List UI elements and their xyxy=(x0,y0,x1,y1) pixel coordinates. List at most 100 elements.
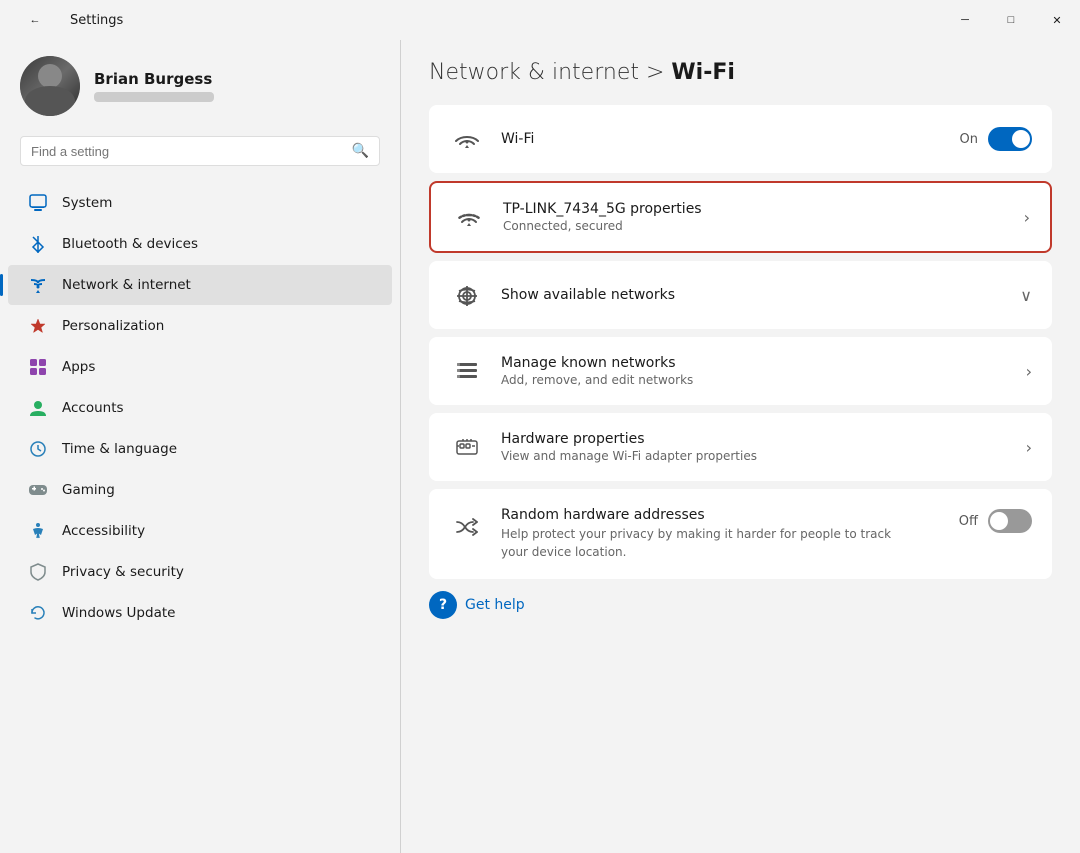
right-panel: Network & internet > Wi-Fi xyxy=(401,40,1080,853)
sidebar-item-personalization[interactable]: Personalization xyxy=(8,306,392,346)
breadcrumb: Network & internet > Wi-Fi xyxy=(429,60,1052,85)
sidebar-item-bluetooth[interactable]: Bluetooth & devices xyxy=(8,224,392,264)
random-hw-toggle-thumb xyxy=(990,512,1008,530)
tp-link-subtitle: Connected, secured xyxy=(503,219,1008,233)
available-networks-title: Show available networks xyxy=(501,287,1004,303)
user-email-bar xyxy=(94,92,214,102)
user-name: Brian Burgess xyxy=(94,70,214,88)
sidebar-item-label-personalization: Personalization xyxy=(62,318,164,334)
minimize-button[interactable]: ─ xyxy=(942,4,988,36)
hardware-icon xyxy=(449,429,485,465)
user-section: Brian Burgess xyxy=(0,40,400,136)
tp-link-row[interactable]: TP-LINK_7434_5G properties Connected, se… xyxy=(431,183,1050,251)
random-hw-subtitle: Help protect your privacy by making it h… xyxy=(501,525,901,561)
random-hw-text: Random hardware addresses Help protect y… xyxy=(501,507,943,561)
sidebar-item-label-apps: Apps xyxy=(62,359,95,375)
search-input[interactable] xyxy=(31,144,344,159)
available-networks-row[interactable]: Show available networks ∨ xyxy=(429,261,1052,329)
available-networks-chevron: ∨ xyxy=(1020,286,1032,305)
update-icon xyxy=(28,603,48,623)
manage-networks-right: › xyxy=(1026,362,1032,381)
available-networks-right: ∨ xyxy=(1020,286,1032,305)
close-button[interactable]: ✕ xyxy=(1034,4,1080,36)
app-title: Settings xyxy=(70,13,123,28)
nav-list: System Bluetooth & devices xyxy=(0,182,400,853)
maximize-button[interactable]: □ xyxy=(988,4,1034,36)
hardware-text: Hardware properties View and manage Wi-F… xyxy=(501,431,1010,463)
random-hw-off-label: Off xyxy=(959,514,978,529)
apps-icon xyxy=(28,357,48,377)
gaming-icon xyxy=(28,480,48,500)
random-hw-title: Random hardware addresses xyxy=(501,507,943,523)
sidebar-item-label-gaming: Gaming xyxy=(62,482,115,498)
manage-networks-chevron: › xyxy=(1026,362,1032,381)
wifi-toggle-thumb xyxy=(1012,130,1030,148)
available-networks-icon xyxy=(449,277,485,313)
wifi-toggle-card: Wi-Fi On xyxy=(429,105,1052,173)
sidebar-item-label-time: Time & language xyxy=(62,441,177,457)
hardware-row[interactable]: Hardware properties View and manage Wi-F… xyxy=(429,413,1052,481)
sidebar-item-apps[interactable]: Apps xyxy=(8,347,392,387)
window-controls: ─ □ ✕ xyxy=(942,4,1080,36)
sidebar-item-label-privacy: Privacy & security xyxy=(62,564,184,580)
sidebar-item-accounts[interactable]: Accounts xyxy=(8,388,392,428)
network-icon xyxy=(28,275,48,295)
manage-networks-row[interactable]: Manage known networks Add, remove, and e… xyxy=(429,337,1052,405)
manage-networks-card: Manage known networks Add, remove, and e… xyxy=(429,337,1052,405)
sidebar-item-label-accessibility: Accessibility xyxy=(62,523,145,539)
bluetooth-icon xyxy=(28,234,48,254)
sidebar-item-gaming[interactable]: Gaming xyxy=(8,470,392,510)
tp-link-card: TP-LINK_7434_5G properties Connected, se… xyxy=(429,181,1052,253)
privacy-icon xyxy=(28,562,48,582)
manage-networks-title: Manage known networks xyxy=(501,355,1010,371)
wifi-row-text: Wi-Fi xyxy=(501,131,944,147)
tp-link-title: TP-LINK_7434_5G properties xyxy=(503,201,1008,217)
accessibility-icon xyxy=(28,521,48,541)
wifi-title: Wi-Fi xyxy=(501,131,944,147)
random-hw-row[interactable]: Random hardware addresses Help protect y… xyxy=(429,489,1052,579)
system-icon xyxy=(28,193,48,213)
manage-networks-text: Manage known networks Add, remove, and e… xyxy=(501,355,1010,387)
random-hw-toggle-right: Off xyxy=(959,509,1032,533)
personalization-icon xyxy=(28,316,48,336)
random-hw-toggle[interactable] xyxy=(988,509,1032,533)
wifi-toggle-right: On xyxy=(960,127,1032,151)
titlebar-left: ← Settings xyxy=(12,4,123,36)
page-header: Network & internet > Wi-Fi xyxy=(429,60,1052,85)
avatar-image xyxy=(20,56,80,116)
avatar xyxy=(20,56,80,116)
hardware-right: › xyxy=(1026,438,1032,457)
back-button[interactable]: ← xyxy=(12,4,58,36)
sidebar-item-label-accounts: Accounts xyxy=(62,400,124,416)
wifi-icon xyxy=(449,121,485,157)
sidebar: Brian Burgess 🔍 System xyxy=(0,40,400,853)
sidebar-item-update[interactable]: Windows Update xyxy=(8,593,392,633)
manage-networks-subtitle: Add, remove, and edit networks xyxy=(501,373,1010,387)
accounts-icon xyxy=(28,398,48,418)
tp-link-wifi-icon xyxy=(451,199,487,235)
sidebar-item-network[interactable]: Network & internet xyxy=(8,265,392,305)
available-networks-text: Show available networks xyxy=(501,287,1004,303)
get-help-label: Get help xyxy=(465,597,525,613)
sidebar-item-time[interactable]: Time & language xyxy=(8,429,392,469)
get-help-section[interactable]: ? Get help xyxy=(429,591,1052,619)
wifi-toggle-row[interactable]: Wi-Fi On xyxy=(429,105,1052,173)
sidebar-item-privacy[interactable]: Privacy & security xyxy=(8,552,392,592)
sidebar-item-accessibility[interactable]: Accessibility xyxy=(8,511,392,551)
hardware-subtitle: View and manage Wi-Fi adapter properties xyxy=(501,449,1010,463)
hardware-title: Hardware properties xyxy=(501,431,1010,447)
sidebar-item-label-network: Network & internet xyxy=(62,277,191,293)
hardware-card: Hardware properties View and manage Wi-F… xyxy=(429,413,1052,481)
wifi-toggle[interactable] xyxy=(988,127,1032,151)
available-networks-card: Show available networks ∨ xyxy=(429,261,1052,329)
manage-networks-icon xyxy=(449,353,485,389)
get-help-icon: ? xyxy=(429,591,457,619)
time-icon xyxy=(28,439,48,459)
tp-link-right: › xyxy=(1024,208,1030,227)
random-hw-card: Random hardware addresses Help protect y… xyxy=(429,489,1052,579)
breadcrumb-current: Wi-Fi xyxy=(671,60,735,85)
hardware-chevron: › xyxy=(1026,438,1032,457)
search-icon: 🔍 xyxy=(352,143,369,159)
sidebar-item-system[interactable]: System xyxy=(8,183,392,223)
search-box[interactable]: 🔍 xyxy=(20,136,380,166)
